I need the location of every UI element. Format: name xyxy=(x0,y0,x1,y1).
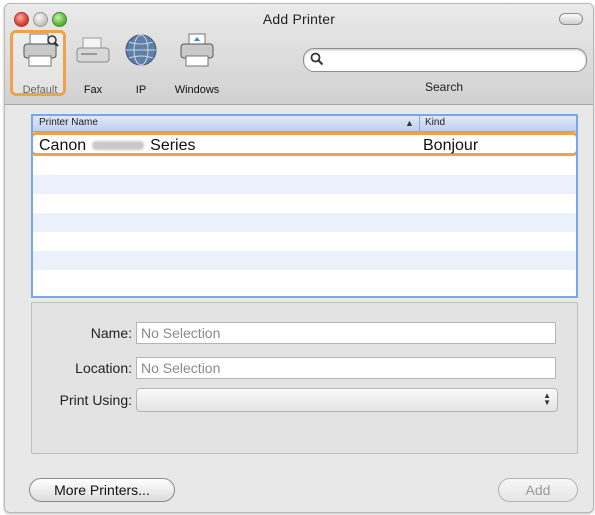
add-printer-window: Add Printer Default Fax IP Windows Searc… xyxy=(4,3,594,513)
globe-icon xyxy=(121,32,161,70)
column-printer-name[interactable]: Printer Name xyxy=(39,117,98,128)
printer-name-prefix: Canon xyxy=(39,137,87,154)
toolbar-windows[interactable]: Windows xyxy=(165,32,229,98)
toolbar-fax-label: Fax xyxy=(83,84,103,96)
search-icon xyxy=(310,52,324,66)
empty-row xyxy=(33,251,576,270)
window-title: Add Printer xyxy=(262,11,336,27)
print-using-select[interactable]: ▲ ▼ xyxy=(136,388,558,412)
more-printers-button[interactable]: More Printers... xyxy=(29,478,175,502)
toolbar-ip-label: IP xyxy=(135,84,147,96)
sort-ascending-icon: ▲ xyxy=(405,118,414,128)
printer-row[interactable]: Canon Series Bonjour xyxy=(33,132,576,156)
location-field[interactable]: No Selection xyxy=(136,357,556,379)
column-kind[interactable]: Kind xyxy=(425,117,445,128)
toolbar-toggle-button[interactable] xyxy=(559,13,583,25)
printer-kind-cell: Bonjour xyxy=(423,137,479,154)
titlebar: Add Printer Default Fax IP Windows Searc… xyxy=(5,4,593,105)
printer-name-cell: Canon Series xyxy=(39,137,196,155)
empty-row xyxy=(33,270,576,289)
toolbar-ip[interactable]: IP xyxy=(121,32,161,98)
fax-icon xyxy=(73,32,113,70)
print-using-label: Print Using: xyxy=(59,392,132,408)
printer-name-suffix: Series xyxy=(150,137,196,154)
column-separator xyxy=(419,116,420,131)
toolbar-default[interactable]: Default xyxy=(10,30,70,98)
search-label: Search xyxy=(424,80,464,94)
search-input[interactable] xyxy=(303,48,587,72)
empty-row xyxy=(33,175,576,194)
windows-printer-icon xyxy=(177,32,217,70)
stepper-arrows-icon: ▲ ▼ xyxy=(543,391,551,407)
toolbar-fax[interactable]: Fax xyxy=(73,32,113,98)
name-label: Name: xyxy=(90,325,132,341)
add-button[interactable]: Add xyxy=(498,478,578,502)
printer-icon xyxy=(20,32,60,70)
empty-row xyxy=(33,213,576,232)
name-field[interactable]: No Selection xyxy=(136,322,556,344)
search-area: Search xyxy=(303,48,593,94)
list-header: Printer Name ▲ Kind xyxy=(33,116,576,132)
empty-row xyxy=(33,232,576,251)
toolbar-windows-label: Windows xyxy=(174,84,220,96)
empty-row xyxy=(33,156,576,175)
location-label: Location: xyxy=(75,360,132,376)
redacted-model xyxy=(92,141,145,151)
details-panel: Name: No Selection Location: No Selectio… xyxy=(31,302,578,454)
printer-list[interactable]: Printer Name ▲ Kind Canon Series Bonjour xyxy=(31,114,578,298)
empty-row xyxy=(33,194,576,213)
